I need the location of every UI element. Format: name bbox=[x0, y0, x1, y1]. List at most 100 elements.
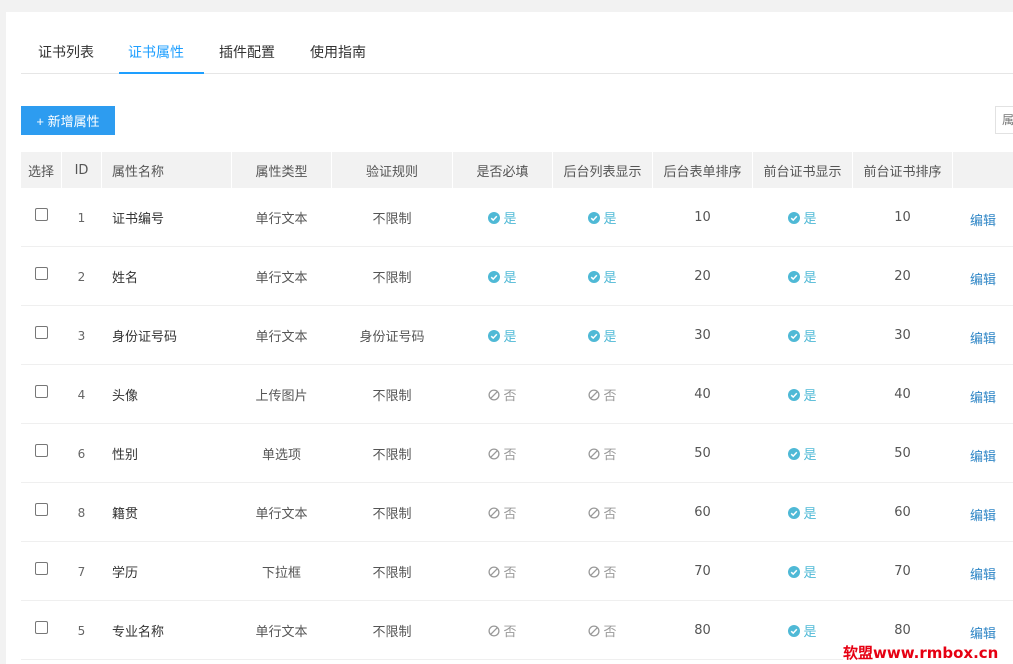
status-label: 是 bbox=[603, 212, 617, 227]
table-row: 6 性别 单选项 不限制 否 否 50 是 50 编辑 bbox=[21, 424, 1013, 483]
ban-icon bbox=[588, 624, 601, 637]
status-no: 否 bbox=[588, 444, 617, 463]
cell-front-sort: 50 bbox=[894, 446, 911, 461]
cell-name: 头像 bbox=[112, 389, 139, 404]
cell-check bbox=[21, 483, 61, 542]
cell-name: 籍贯 bbox=[112, 507, 139, 522]
edit-link[interactable]: 编辑 bbox=[970, 446, 996, 465]
status-yes: 是 bbox=[788, 503, 817, 522]
cell-admin-list: 否 bbox=[553, 483, 652, 542]
row-checkbox[interactable] bbox=[34, 208, 48, 221]
watermark: 软盟www.rmbox.cn bbox=[843, 643, 1013, 664]
cell-admin-sort: 30 bbox=[694, 328, 711, 343]
row-checkbox[interactable] bbox=[34, 503, 48, 516]
cell-check bbox=[21, 188, 61, 247]
table-row: 3 身份证号码 单行文本 身份证号码 是 是 30 是 30 编辑 bbox=[21, 306, 1013, 365]
tab-certificate-list[interactable]: 证书列表 bbox=[38, 42, 94, 62]
header-actions bbox=[953, 152, 1013, 188]
status-yes: 是 bbox=[488, 267, 517, 286]
header-admin-form-sort: 后台表单排序 bbox=[653, 152, 752, 188]
add-attribute-button[interactable]: + 新增属性 bbox=[21, 106, 115, 135]
search-input[interactable]: 属 bbox=[995, 106, 1013, 134]
cell-front-sort: 40 bbox=[894, 387, 911, 402]
cell-action: 编辑 bbox=[953, 188, 1013, 247]
status-yes: 是 bbox=[788, 562, 817, 581]
cell-type: 上传图片 bbox=[255, 389, 308, 404]
watermark-brand: 软盟 bbox=[843, 644, 874, 662]
cell-id: 2 bbox=[77, 269, 86, 284]
edit-link[interactable]: 编辑 bbox=[970, 387, 996, 406]
cell-admin-list: 否 bbox=[553, 424, 652, 483]
status-yes: 是 bbox=[788, 621, 817, 640]
tab-certificate-attributes[interactable]: 证书属性 bbox=[128, 42, 184, 62]
table-row: 2 姓名 单行文本 不限制 是 是 20 是 20 编辑 bbox=[21, 247, 1013, 306]
cell-action: 编辑 bbox=[953, 365, 1013, 424]
status-label: 否 bbox=[603, 507, 617, 522]
ban-icon bbox=[488, 624, 501, 637]
status-label: 是 bbox=[803, 271, 817, 286]
cell-front-show: 是 bbox=[753, 601, 852, 660]
header-admin-list-display: 后台列表显示 bbox=[553, 152, 652, 188]
status-yes: 是 bbox=[488, 208, 517, 227]
cell-check bbox=[21, 424, 61, 483]
check-circle-icon bbox=[788, 211, 801, 224]
status-label: 是 bbox=[503, 330, 517, 345]
status-label: 否 bbox=[503, 448, 517, 463]
cell-front-sort: 20 bbox=[894, 269, 911, 284]
edit-link[interactable]: 编辑 bbox=[970, 564, 996, 583]
row-checkbox[interactable] bbox=[34, 621, 48, 634]
cell-type: 单行文本 bbox=[255, 330, 308, 345]
cell-admin-list: 否 bbox=[553, 601, 652, 660]
cell-name: 学历 bbox=[112, 566, 139, 581]
cell-front-sort: 70 bbox=[894, 564, 911, 579]
edit-link[interactable]: 编辑 bbox=[970, 505, 996, 524]
status-label: 是 bbox=[803, 389, 817, 404]
cell-name: 姓名 bbox=[112, 271, 139, 286]
cell-front-sort: 30 bbox=[894, 328, 911, 343]
table-row: 1 证书编号 单行文本 不限制 是 是 10 是 10 编辑 bbox=[21, 188, 1013, 247]
row-checkbox[interactable] bbox=[34, 326, 48, 339]
tab-plugin-config[interactable]: 插件配置 bbox=[219, 42, 275, 62]
status-label: 否 bbox=[603, 566, 617, 581]
cell-front-sort: 60 bbox=[894, 505, 911, 520]
edit-link[interactable]: 编辑 bbox=[970, 623, 996, 642]
edit-link[interactable]: 编辑 bbox=[970, 210, 996, 229]
cell-front-sort: 10 bbox=[894, 210, 911, 225]
cell-required: 否 bbox=[453, 542, 552, 601]
edit-link[interactable]: 编辑 bbox=[970, 328, 996, 347]
check-circle-icon bbox=[488, 329, 501, 342]
status-label: 否 bbox=[503, 566, 517, 581]
cell-required: 是 bbox=[453, 306, 552, 365]
row-checkbox[interactable] bbox=[34, 385, 48, 398]
check-circle-icon bbox=[788, 329, 801, 342]
status-no: 否 bbox=[488, 385, 517, 404]
header-select: 选择 bbox=[21, 152, 61, 188]
cell-id: 1 bbox=[77, 210, 86, 225]
status-label: 否 bbox=[503, 507, 517, 522]
cell-type: 单行文本 bbox=[255, 271, 308, 286]
tab-user-guide[interactable]: 使用指南 bbox=[310, 42, 366, 62]
cell-front-show: 是 bbox=[753, 247, 852, 306]
cell-admin-sort: 20 bbox=[694, 269, 711, 284]
cell-admin-sort: 70 bbox=[694, 564, 711, 579]
status-no: 否 bbox=[488, 621, 517, 640]
edit-link[interactable]: 编辑 bbox=[970, 269, 996, 288]
check-circle-icon bbox=[788, 624, 801, 637]
active-tab-indicator bbox=[119, 72, 204, 74]
table-row: 8 籍贯 单行文本 不限制 否 否 60 是 60 编辑 bbox=[21, 483, 1013, 542]
status-yes: 是 bbox=[788, 267, 817, 286]
cell-required: 否 bbox=[453, 483, 552, 542]
status-yes: 是 bbox=[788, 208, 817, 227]
row-checkbox[interactable] bbox=[34, 562, 48, 575]
header-id: ID bbox=[62, 152, 101, 188]
check-circle-icon bbox=[488, 211, 501, 224]
cell-check bbox=[21, 542, 61, 601]
status-label: 否 bbox=[603, 625, 617, 640]
status-no: 否 bbox=[488, 503, 517, 522]
cell-required: 否 bbox=[453, 601, 552, 660]
cell-admin-list: 否 bbox=[553, 542, 652, 601]
ban-icon bbox=[488, 388, 501, 401]
content-panel: 证书列表 证书属性 插件配置 使用指南 + 新增属性 属 选择 ID 属性名称 … bbox=[6, 12, 1013, 664]
row-checkbox[interactable] bbox=[34, 444, 48, 457]
row-checkbox[interactable] bbox=[34, 267, 48, 280]
